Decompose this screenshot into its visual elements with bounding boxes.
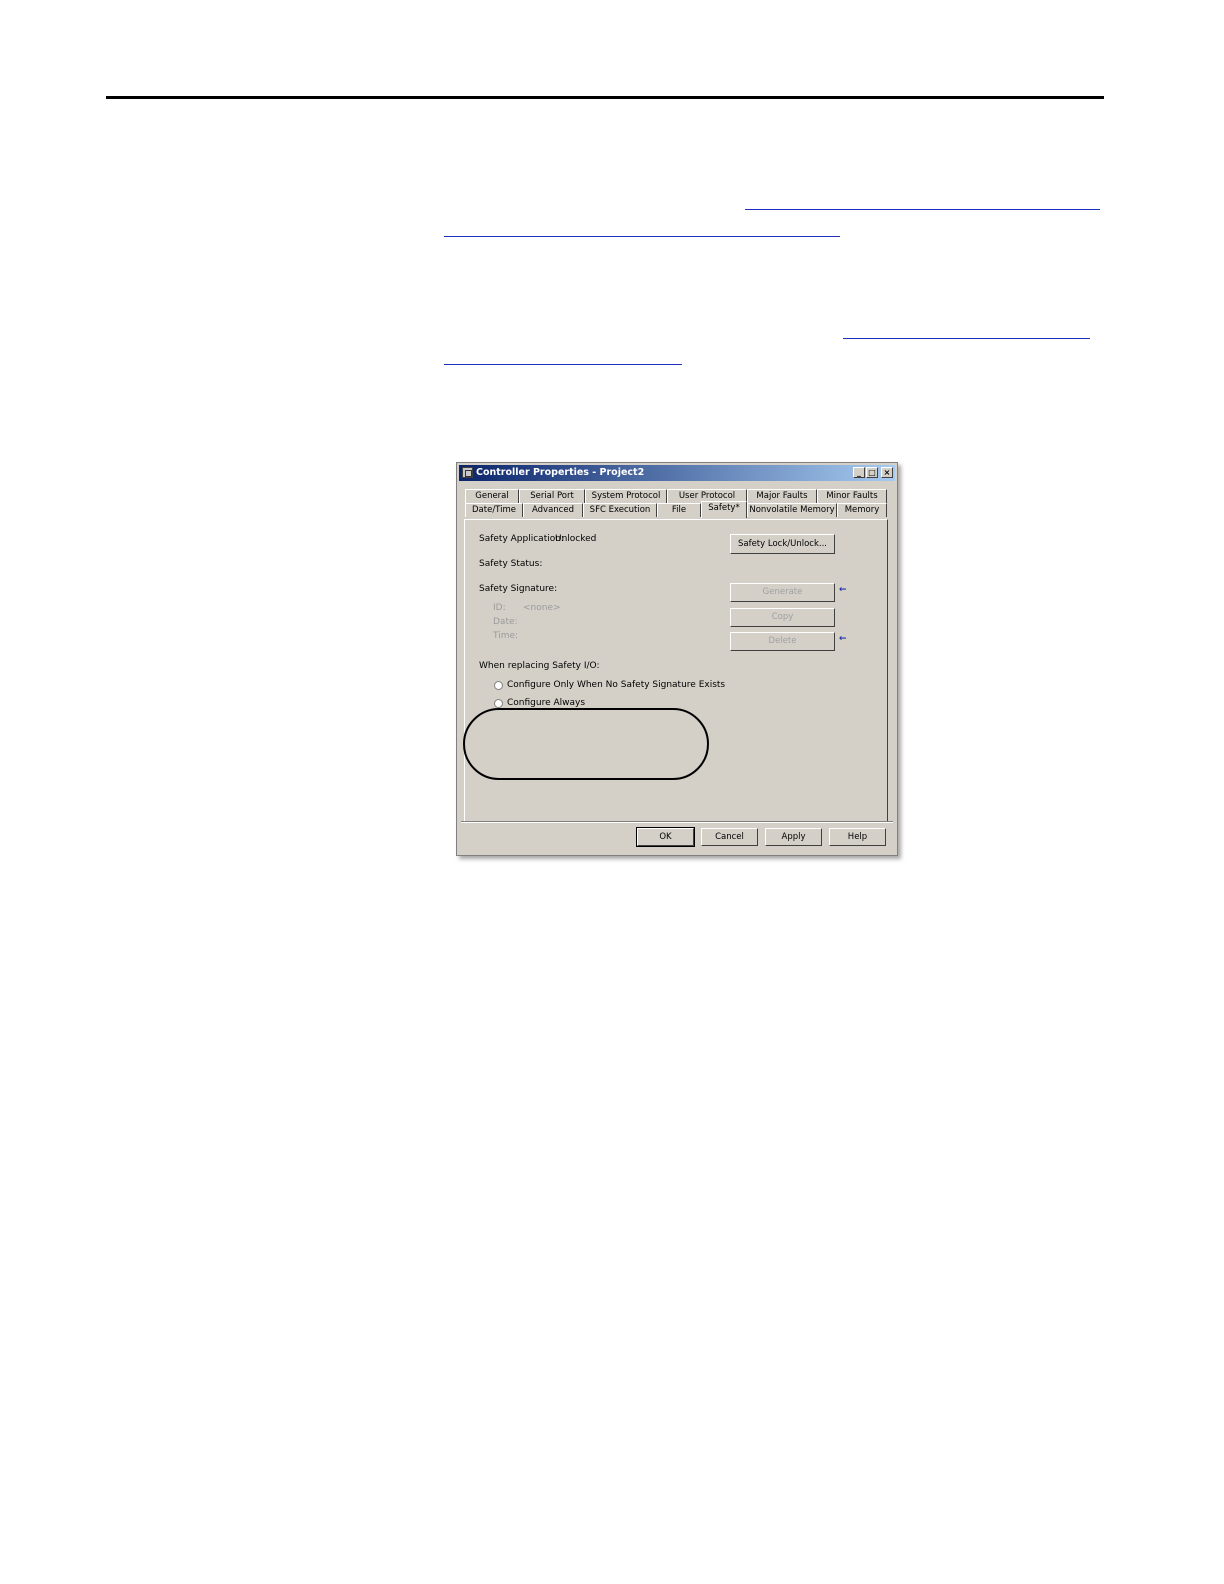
tab-memory[interactable]: Memory xyxy=(837,503,887,517)
tab-general[interactable]: General xyxy=(465,489,519,503)
highlight-oval xyxy=(463,708,709,780)
generate-button[interactable]: Generate xyxy=(730,583,835,602)
tab-system-protocol[interactable]: System Protocol xyxy=(585,489,667,503)
dialog-title: Controller Properties - Project2 xyxy=(476,467,645,478)
signature-id-label: ID: xyxy=(493,603,506,613)
tab-date-time[interactable]: Date/Time xyxy=(465,503,523,517)
footer-separator xyxy=(461,821,893,823)
hyperlink-underline-2b[interactable] xyxy=(444,364,682,365)
safety-tab-panel: Safety Application: Unlocked Safety Stat… xyxy=(463,519,888,823)
tab-advanced[interactable]: Advanced xyxy=(523,503,583,517)
radio-configure-only[interactable] xyxy=(494,681,503,690)
radio-configure-always-label[interactable]: Configure Always xyxy=(507,698,585,708)
copy-button[interactable]: Copy xyxy=(730,608,835,627)
tab-minor-faults[interactable]: Minor Faults xyxy=(817,489,887,503)
delete-arrow-icon: ← xyxy=(839,634,847,644)
radio-configure-always[interactable] xyxy=(494,699,503,708)
hyperlink-underline-2a[interactable] xyxy=(843,338,1090,339)
title-bar[interactable]: Controller Properties - Project2 _ □ × xyxy=(459,465,895,481)
controller-properties-dialog: Controller Properties - Project2 _ □ × G… xyxy=(456,462,898,856)
cancel-button[interactable]: Cancel xyxy=(701,828,758,846)
tab-file[interactable]: File xyxy=(657,503,701,517)
hyperlink-underline-1b[interactable] xyxy=(444,236,840,237)
signature-id-value: <none> xyxy=(523,603,561,613)
tab-major-faults[interactable]: Major Faults xyxy=(747,489,817,503)
apply-button[interactable]: Apply xyxy=(765,828,822,846)
signature-date-label: Date: xyxy=(493,617,518,627)
safety-status-label: Safety Status: xyxy=(479,559,543,569)
safety-lock-unlock-button[interactable]: Safety Lock/Unlock... xyxy=(730,534,835,554)
help-button[interactable]: Help xyxy=(829,828,886,846)
safety-application-label: Safety Application: xyxy=(479,534,564,544)
close-icon[interactable]: × xyxy=(881,467,893,478)
radio-configure-only-label[interactable]: Configure Only When No Safety Signature … xyxy=(507,680,725,690)
tab-serial-port[interactable]: Serial Port xyxy=(519,489,585,503)
app-icon xyxy=(462,467,473,478)
safety-signature-label: Safety Signature: xyxy=(479,584,558,594)
maximize-icon[interactable]: □ xyxy=(866,467,878,478)
hyperlink-underline-1a[interactable] xyxy=(745,209,1100,210)
tab-sfc-execution[interactable]: SFC Execution xyxy=(583,503,657,517)
tab-safety[interactable]: Safety* xyxy=(701,501,747,518)
header-rule xyxy=(106,96,1104,99)
replacing-safety-io-label: When replacing Safety I/O: xyxy=(479,661,600,671)
delete-button[interactable]: Delete xyxy=(730,632,835,651)
minimize-icon[interactable]: _ xyxy=(853,467,865,478)
generate-arrow-icon: ← xyxy=(839,585,847,595)
tab-nonvolatile-memory[interactable]: Nonvolatile Memory xyxy=(747,503,837,517)
ok-button[interactable]: OK xyxy=(636,827,695,847)
signature-time-label: Time: xyxy=(493,631,519,641)
safety-application-value: Unlocked xyxy=(555,534,597,544)
